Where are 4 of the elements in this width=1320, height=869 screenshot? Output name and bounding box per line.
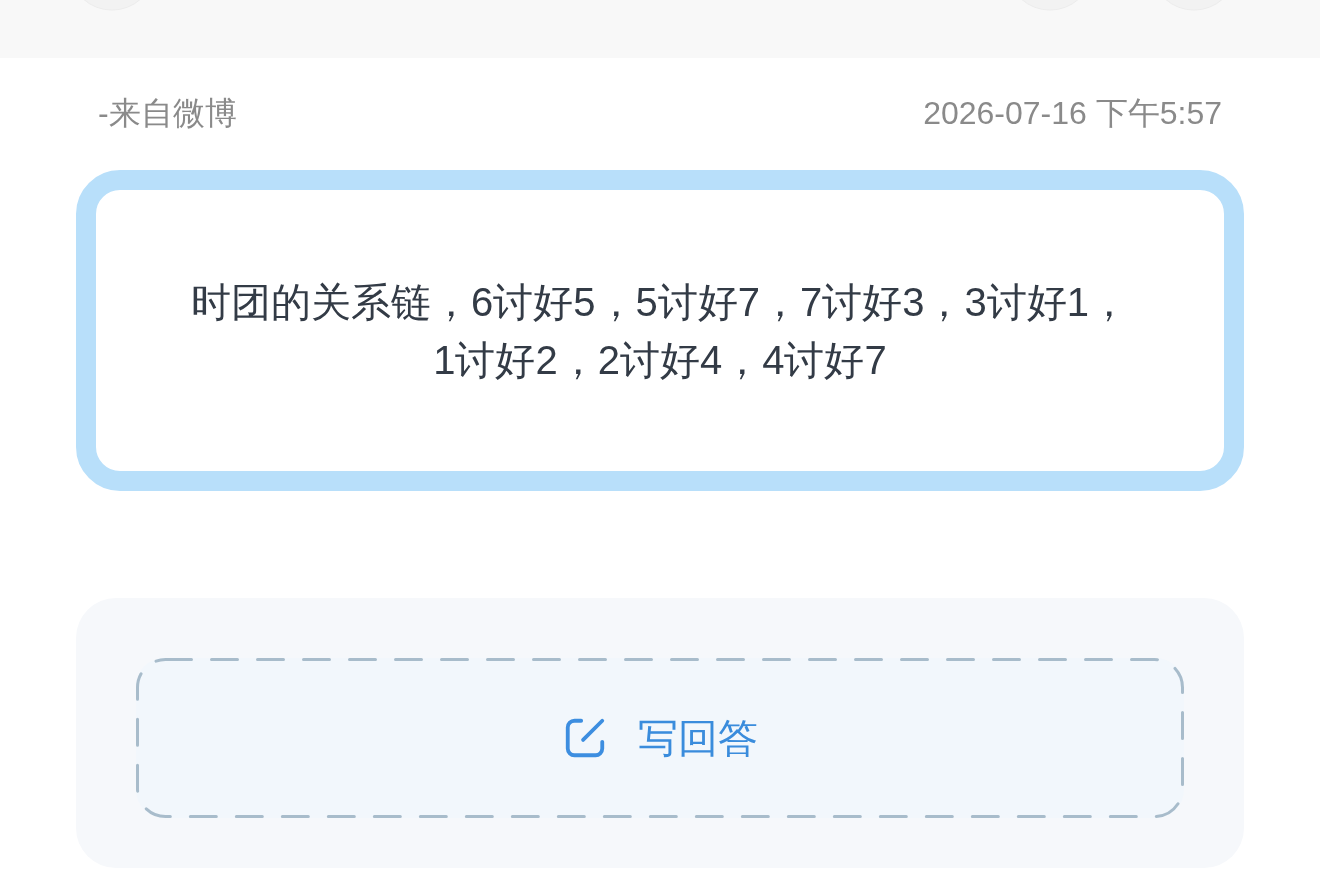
answer-button[interactable]: 写回答 <box>136 658 1184 818</box>
source-label: -来自微博 <box>98 94 237 133</box>
timestamp: 2026-07-16 下午5:57 <box>923 94 1222 133</box>
quote-text: 时团的关系链，6讨好5，5讨好7，7讨好3，3讨好1，1讨好2，2讨好4，4讨好7 <box>190 278 1130 384</box>
